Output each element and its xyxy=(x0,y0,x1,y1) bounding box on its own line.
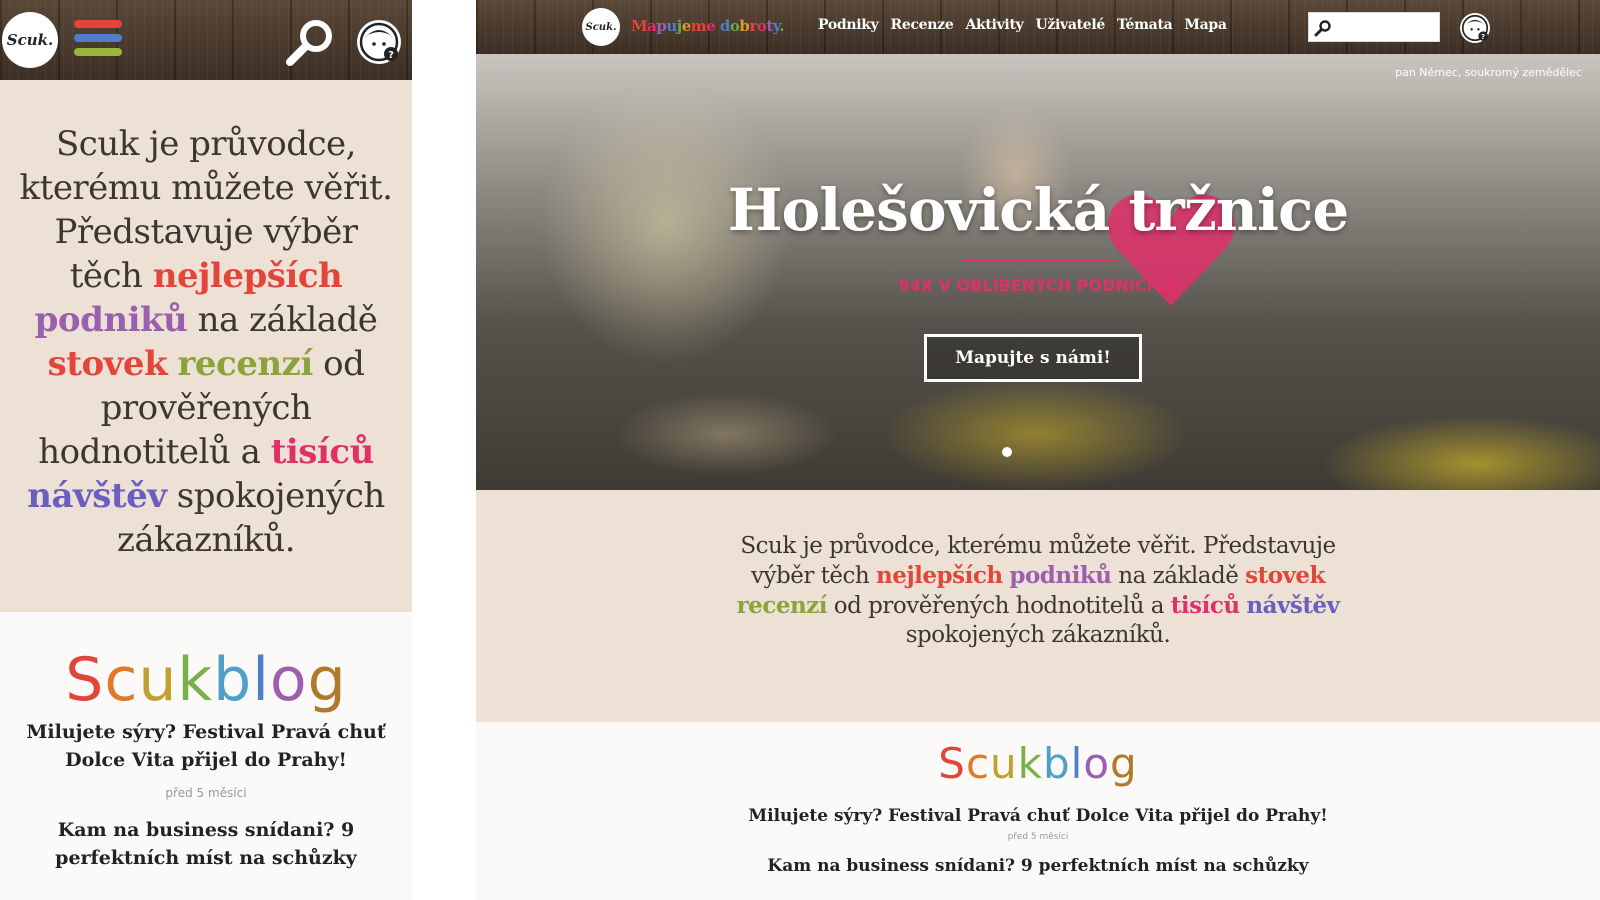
nav-item-recenze[interactable]: Recenze xyxy=(891,17,954,33)
mobile-header: Scuk. ? xyxy=(0,0,412,80)
desktop-view: Scuk. Mapujeme dobroty. Podniky Recenze … xyxy=(476,0,1600,900)
intro-highlight: nejlepších xyxy=(152,256,343,296)
magnifier-icon xyxy=(1314,20,1331,37)
scuk-logo[interactable]: Scuk. xyxy=(2,12,58,68)
intro-highlight: podniků xyxy=(1009,562,1112,589)
main-nav: Podniky Recenze Aktivity Uživatelé Témat… xyxy=(818,17,1227,33)
avatar-help-icon[interactable]: ? xyxy=(1458,11,1492,45)
intro-highlight: podniků xyxy=(34,300,188,340)
desktop-header: Scuk. Mapujeme dobroty. Podniky Recenze … xyxy=(476,0,1600,54)
intro-text-part: spokojených zákazníků. xyxy=(905,622,1171,648)
blog-post-time: před 5 měsíci xyxy=(165,786,247,800)
hero-banner: pan Němec, soukromý zemědělec Holešovick… xyxy=(476,54,1600,490)
mobile-view: Scuk. ? Scuk je průvodce, kterému můžete… xyxy=(0,0,412,900)
menu-line xyxy=(74,48,122,56)
search-input[interactable] xyxy=(1335,17,1439,39)
hero-subtitle: 94X V OBLÍBENÝCH PODNICÍCH xyxy=(898,276,1178,295)
intro-highlight: nejlepších xyxy=(876,562,1003,589)
svg-text:?: ? xyxy=(1481,33,1485,41)
blog-section: Scukblog Milujete sýry? Festival Pravá c… xyxy=(476,722,1600,900)
intro-text-part: na základě xyxy=(197,300,378,340)
join-button[interactable]: Mapujte s námi! xyxy=(924,334,1142,382)
magnifier-icon[interactable] xyxy=(282,16,338,68)
scukblog-logo[interactable]: Scukblog xyxy=(476,736,1600,792)
intro-section: Scuk je průvodce, kterému můžete věřit. … xyxy=(476,490,1600,722)
intro-highlight: tisíců xyxy=(270,432,375,472)
intro-highlight: recenzí xyxy=(177,344,313,384)
menu-line xyxy=(74,20,122,28)
nav-item-aktivity[interactable]: Aktivity xyxy=(965,17,1023,33)
nav-item-temata[interactable]: Témata xyxy=(1117,17,1173,33)
intro-section: Scuk je průvodce, kterému můžete věřit. … xyxy=(0,80,412,612)
intro-text: Scuk je průvodce, kterému můžete věřit. … xyxy=(718,532,1358,650)
scuk-logo[interactable]: Scuk. xyxy=(582,8,620,46)
intro-text-part: na základě xyxy=(1118,563,1239,589)
blog-post-time: před 5 měsíci xyxy=(1007,832,1069,842)
intro-highlight: recenzí xyxy=(736,592,828,619)
intro-text: Scuk je průvodce, kterému můžete věřit. … xyxy=(16,122,396,562)
intro-highlight: stovek xyxy=(1245,562,1325,589)
nav-item-uzivatele[interactable]: Uživatelé xyxy=(1035,17,1105,33)
blog-section: Scukblog Milujete sýry? Festival Pravá c… xyxy=(0,612,412,900)
hero-title[interactable]: Holešovická tržnice xyxy=(476,176,1600,244)
intro-highlight: stovek xyxy=(47,344,168,384)
site-tagline[interactable]: Mapujeme dobroty. xyxy=(631,17,784,35)
nav-item-mapa[interactable]: Mapa xyxy=(1184,17,1227,33)
nav-item-podniky[interactable]: Podniky xyxy=(818,17,879,33)
slider-dot[interactable] xyxy=(1002,447,1012,457)
intro-text-part: od prověřených hodnotitelů a xyxy=(833,593,1165,619)
avatar-help-icon[interactable]: ? xyxy=(354,17,404,67)
scukblog-logo[interactable]: Scukblog xyxy=(0,642,412,718)
intro-highlight: návštěv xyxy=(1246,592,1340,619)
blog-post-title[interactable]: Milujete sýry? Festival Pravá chuť Dolce… xyxy=(24,718,388,774)
menu-line xyxy=(74,34,122,42)
svg-text:?: ? xyxy=(388,50,394,61)
hamburger-menu-icon[interactable] xyxy=(74,20,122,60)
photo-credit: pan Němec, soukromý zemědělec xyxy=(1395,66,1582,79)
search-box[interactable] xyxy=(1308,12,1440,42)
hero-divider xyxy=(962,259,1116,262)
blog-post-title[interactable]: Kam na business snídani? 9 perfektních m… xyxy=(476,854,1600,878)
intro-highlight: tisíců xyxy=(1170,592,1240,619)
blog-post-title[interactable]: Kam na business snídani? 9 perfektních m… xyxy=(24,816,388,872)
intro-highlight: návštěv xyxy=(27,476,167,516)
blog-post-title[interactable]: Milujete sýry? Festival Pravá chuť Dolce… xyxy=(476,804,1600,828)
